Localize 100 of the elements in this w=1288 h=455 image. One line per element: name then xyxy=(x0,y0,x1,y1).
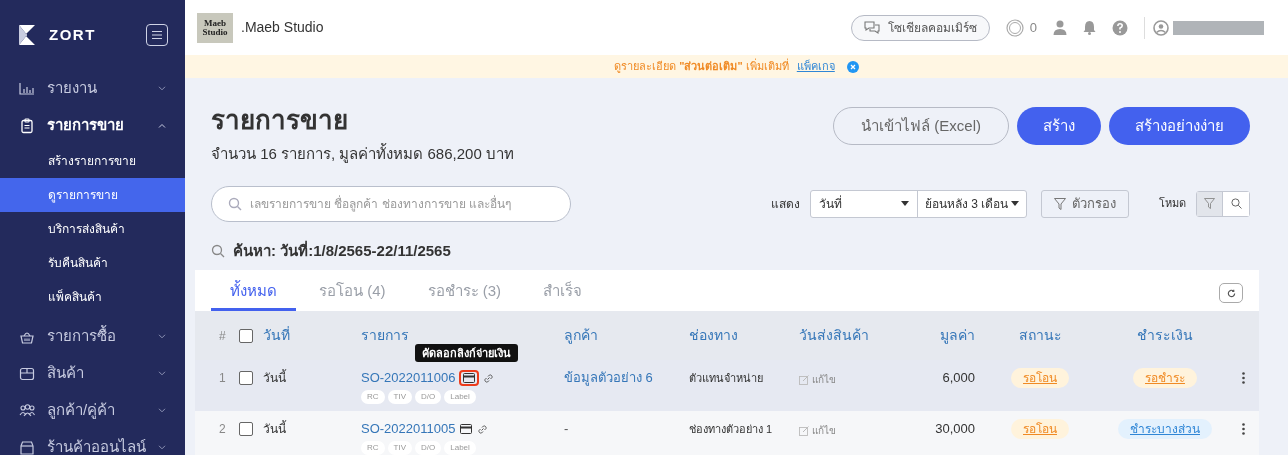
chevron-down-icon xyxy=(158,334,166,339)
action-button[interactable]: สร้าง xyxy=(1017,107,1101,145)
more-icon xyxy=(1242,423,1245,435)
card-icon xyxy=(460,424,473,434)
column-header: มูลค่า xyxy=(939,326,975,346)
payment-badge[interactable]: รอชำระ xyxy=(1133,368,1197,388)
chevron-down-icon xyxy=(158,371,166,376)
close-icon xyxy=(846,60,859,73)
payment-link-button[interactable] xyxy=(459,423,474,435)
column-header: ชำระเงิน xyxy=(1136,326,1194,345)
checkbox[interactable] xyxy=(239,422,253,436)
more-button[interactable] xyxy=(1242,372,1245,384)
sidebar-item[interactable]: รายการขาย xyxy=(0,107,185,144)
payment-badge[interactable]: ชำระบางส่วน xyxy=(1118,419,1212,439)
filter-icon xyxy=(1204,198,1215,209)
chevron-down-icon xyxy=(158,445,166,450)
submenu-item[interactable]: รับคืนสินค้า xyxy=(0,246,185,280)
document-tag[interactable]: Label xyxy=(444,441,476,455)
edit-ship-date-button[interactable]: แก้ไข xyxy=(799,372,917,387)
column-header: # xyxy=(219,327,227,345)
column-header: วันส่งสินค้า xyxy=(799,326,870,345)
submenu-item[interactable]: ดูรายการขาย xyxy=(0,178,185,212)
chevron-up-icon xyxy=(158,123,166,128)
document-tag[interactable]: D/O xyxy=(415,441,442,455)
search-icon xyxy=(1230,198,1242,209)
document-tag[interactable]: Label xyxy=(444,390,476,404)
column-header: ลูกค้า xyxy=(564,326,599,346)
checkbox[interactable] xyxy=(239,371,253,385)
row-number: 2 xyxy=(219,421,227,437)
status-badge[interactable]: รอโอน xyxy=(1011,368,1069,388)
notice-text: ดูรายละเอียด "ส่วนต่อเติม" เพิ่มเติมที่ xyxy=(614,58,789,75)
search-field[interactable]: เลขรายการขาย ชื่อลูกค้า ช่องทางการขาย และอื่นๆ xyxy=(211,185,571,222)
store-logo: Maeb Studio xyxy=(197,12,233,43)
search-summary: ค้นหา: วันที่:1/8/2565-22/11/2565 xyxy=(233,239,451,261)
checkbox[interactable] xyxy=(239,328,253,343)
sidebar-item[interactable]: สินค้า xyxy=(0,355,185,392)
column-header: ช่องทาง xyxy=(689,326,739,345)
status-badge[interactable]: รอโอน xyxy=(1011,419,1069,439)
copy-link-button[interactable] xyxy=(483,372,495,384)
chevron-down-icon xyxy=(158,408,166,413)
document-tag[interactable]: RC xyxy=(361,441,385,455)
chart-icon xyxy=(19,80,35,97)
column-header: รายการ xyxy=(361,326,410,345)
bell-icon xyxy=(1083,20,1096,35)
mode-label: โหมด xyxy=(1159,196,1186,212)
copy-link-button[interactable] xyxy=(477,423,489,435)
table-cell-text: วันนี้ xyxy=(263,370,288,386)
order-link[interactable]: SO-2022011005 xyxy=(361,421,456,437)
row-number: 1 xyxy=(219,370,227,386)
more-icon xyxy=(1242,372,1245,384)
page-summary: จำนวน 16 รายการ, มูลค่าทั้งหมด 686,200 บาท xyxy=(211,143,514,165)
logo-icon xyxy=(17,23,37,47)
show-label: แสดง xyxy=(771,195,800,213)
link-icon xyxy=(483,372,495,384)
refresh-icon xyxy=(1226,288,1236,298)
document-tag[interactable]: TIV xyxy=(387,441,412,455)
coin-icon xyxy=(1005,18,1024,37)
edit-icon xyxy=(799,425,809,436)
more-button[interactable] xyxy=(1242,423,1245,435)
refresh-button[interactable] xyxy=(1219,283,1243,303)
brand-name: ZORT xyxy=(49,24,96,45)
payment-link-button[interactable] xyxy=(459,370,480,386)
tab[interactable]: สำเร็จ xyxy=(524,270,601,311)
user-icon xyxy=(1053,19,1067,36)
action-button[interactable]: สร้างอย่างง่าย xyxy=(1109,107,1250,145)
document-tag[interactable]: TIV xyxy=(387,390,412,404)
menu-icon xyxy=(151,30,163,40)
package-link[interactable]: แพ็คเกจ xyxy=(796,58,835,75)
tab[interactable]: รอโอน (4) xyxy=(300,270,405,311)
customer-link[interactable]: ข้อมูลตัวอย่าง 6 xyxy=(564,370,689,386)
edit-ship-date-button[interactable]: แก้ไข xyxy=(799,423,917,438)
sidebar-item[interactable]: ลูกค้า/คู่ค้า xyxy=(0,392,185,429)
sidebar-item[interactable]: รายงาน xyxy=(0,70,185,107)
social-commerce-button[interactable]: โซเชียลคอมเมิร์ซ xyxy=(850,14,990,41)
document-tag[interactable]: RC xyxy=(361,390,385,404)
order-link[interactable]: SO-2022011006 xyxy=(361,370,456,386)
box-icon xyxy=(19,365,35,382)
submenu-item[interactable]: สร้างรายการขาย xyxy=(0,144,185,178)
menu-button[interactable] xyxy=(146,24,168,46)
account-icon xyxy=(1153,19,1169,36)
submenu-item[interactable]: แพ็คสินค้า xyxy=(0,280,185,314)
chat-icon xyxy=(863,20,880,35)
points-count: 0 xyxy=(1029,18,1037,37)
sidebar-item[interactable]: รายการซื้อ xyxy=(0,318,185,355)
table-cell-text: ตัวแทนจำหน่าย xyxy=(689,371,764,386)
table-cell-text: 30,000 xyxy=(934,421,975,437)
tooltip: คัดลอกลิงก์จ่ายเงิน xyxy=(415,344,518,362)
column-header: วันที่ xyxy=(263,325,291,345)
filter-button[interactable]: ตัวกรอง xyxy=(1041,189,1129,218)
submenu-item[interactable]: บริการส่งสินค้า xyxy=(0,212,185,246)
table-cell-text: ช่องทางตัวอย่าง 1 xyxy=(689,422,774,437)
edit-icon xyxy=(799,374,809,385)
sidebar-item[interactable]: ร้านค้าออนไลน์ xyxy=(0,429,185,455)
card-icon xyxy=(463,373,476,383)
page-title: รายการขาย xyxy=(211,104,349,137)
tab[interactable]: รอชำระ (3) xyxy=(408,270,520,311)
document-tag[interactable]: D/O xyxy=(415,390,442,404)
table-cell-text: วันนี้ xyxy=(263,421,288,437)
store-name: .Maeb Studio xyxy=(241,18,324,37)
clipboard-icon xyxy=(19,117,35,134)
